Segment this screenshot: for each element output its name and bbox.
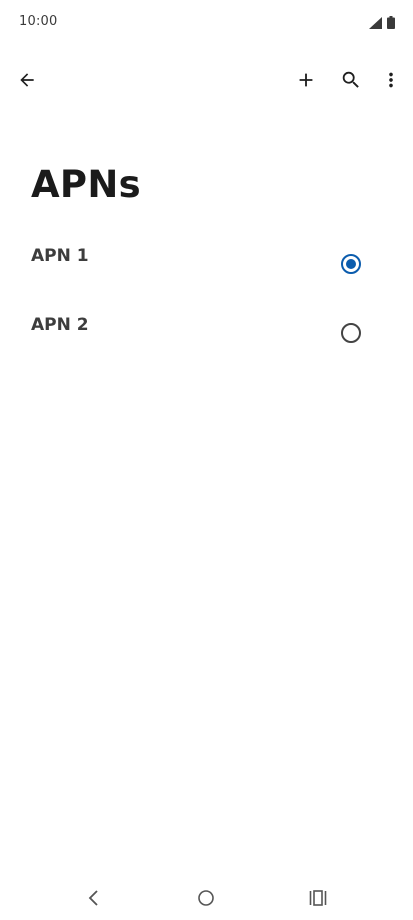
status-bar: 10:00 — [0, 0, 413, 46]
apn-radio[interactable] — [341, 323, 361, 343]
nav-back-icon — [88, 890, 98, 906]
more-options-button[interactable] — [371, 56, 411, 104]
page-title: APNs — [31, 163, 141, 206]
top-app-bar — [0, 56, 413, 104]
more-vert-icon — [389, 72, 393, 88]
back-button[interactable] — [7, 56, 47, 104]
status-icons — [369, 15, 395, 29]
search-icon — [342, 71, 359, 88]
apn-list-item[interactable]: APN 2 — [0, 299, 413, 368]
back-arrow-icon — [20, 73, 34, 87]
search-button[interactable] — [331, 56, 371, 104]
plus-icon — [299, 73, 313, 87]
nav-recents-icon — [309, 890, 327, 906]
status-time: 10:00 — [19, 14, 58, 29]
apn-name: APN 1 — [31, 246, 89, 266]
apn-list: APN 1 APN 2 — [0, 230, 413, 368]
screen: 10:00 APNs APN 1 APN 2 — [0, 0, 413, 920]
nav-recents-button[interactable] — [294, 878, 342, 918]
apn-list-item[interactable]: APN 1 — [0, 230, 413, 299]
apn-radio-selected[interactable] — [341, 254, 361, 274]
navigation-bar — [0, 874, 413, 920]
nav-home-icon — [198, 890, 214, 906]
nav-home-button[interactable] — [182, 878, 230, 918]
add-apn-button[interactable] — [286, 56, 326, 104]
apn-name: APN 2 — [31, 315, 89, 335]
battery-icon — [387, 16, 395, 29]
signal-icon — [369, 17, 382, 29]
nav-back-button[interactable] — [70, 878, 118, 918]
